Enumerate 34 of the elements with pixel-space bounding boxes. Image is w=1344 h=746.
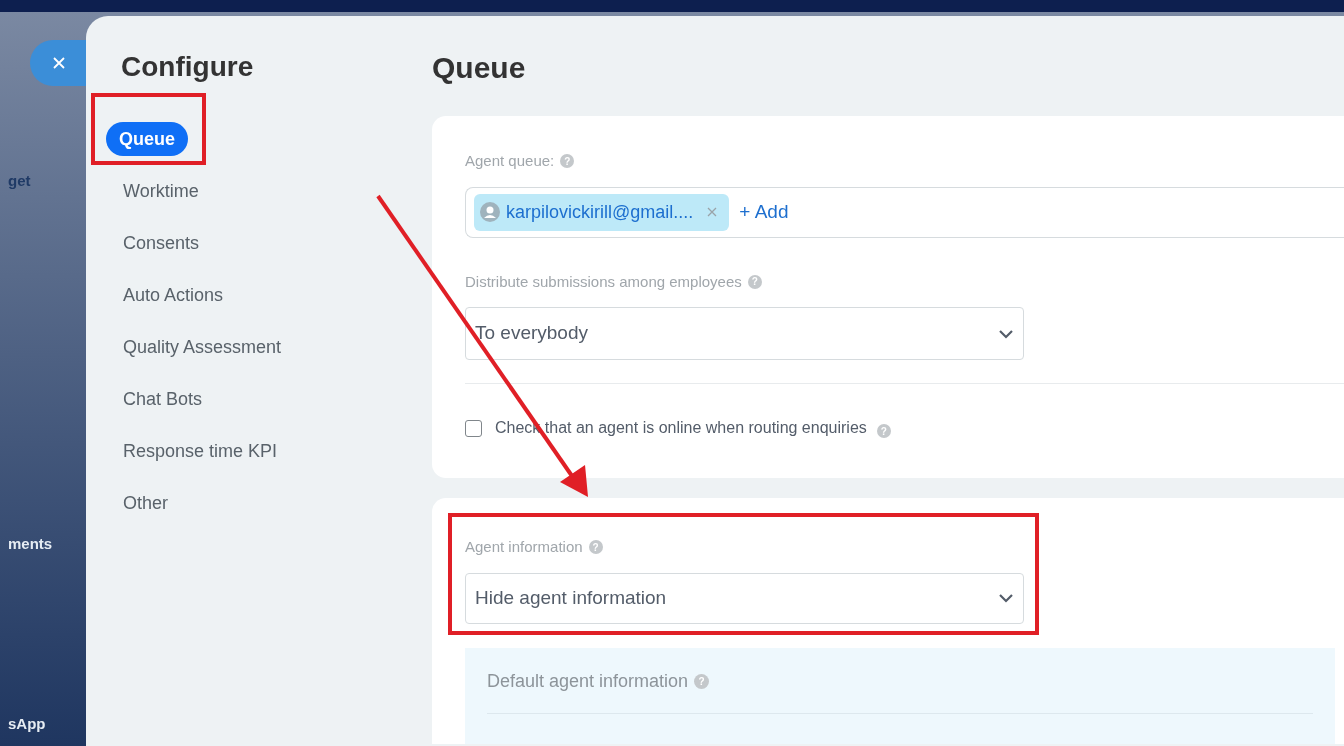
sidebar-item[interactable]: Queue [106,122,188,156]
sidebar-item[interactable]: Consents [106,226,217,260]
tag-label: karpilovickirill@gmail.... [506,200,694,224]
section-label: Default agent information [487,669,689,693]
help-icon: ? [747,274,762,289]
checkbox[interactable] [465,419,482,437]
sidebar-item[interactable]: Worktime [106,174,216,208]
sidebar-item[interactable]: Response time KPI [106,434,295,468]
remove-icon[interactable] [707,207,718,217]
help-icon: ? [560,154,575,169]
chevron-down-icon [998,593,1014,603]
help-icon: ? [876,424,891,438]
page-title: Queue [432,50,527,86]
help-icon: ? [694,673,710,689]
sidebar-item[interactable]: Chat Bots [106,382,220,416]
field-label: Agent information [465,537,583,557]
help-icon: ? [588,540,603,555]
sidebar-title: Configure [120,50,255,84]
distribute-dropdown[interactable]: To everybody [465,307,1024,360]
add-link[interactable]: + Add [739,197,789,227]
sidebar-item[interactable]: Quality Assessment [106,330,299,364]
sidebar-item[interactable]: Other [106,486,186,520]
field-label: Agent queue: [465,151,555,171]
background-label: get [8,171,31,191]
user-avatar-icon [480,202,500,222]
sidebar-item[interactable]: Auto Actions [106,278,241,312]
field-label: Distribute submissions among employees [465,271,742,292]
chevron-down-icon [998,328,1014,339]
close-icon [52,56,66,70]
agent-queue-field[interactable]: karpilovickirill@gmail.... + Add [465,186,1344,238]
close-button[interactable] [30,40,86,86]
background-label: sApp [8,714,46,734]
background-label: ments [8,534,53,554]
agent-information-dropdown[interactable]: Hide agent information [465,572,1024,624]
